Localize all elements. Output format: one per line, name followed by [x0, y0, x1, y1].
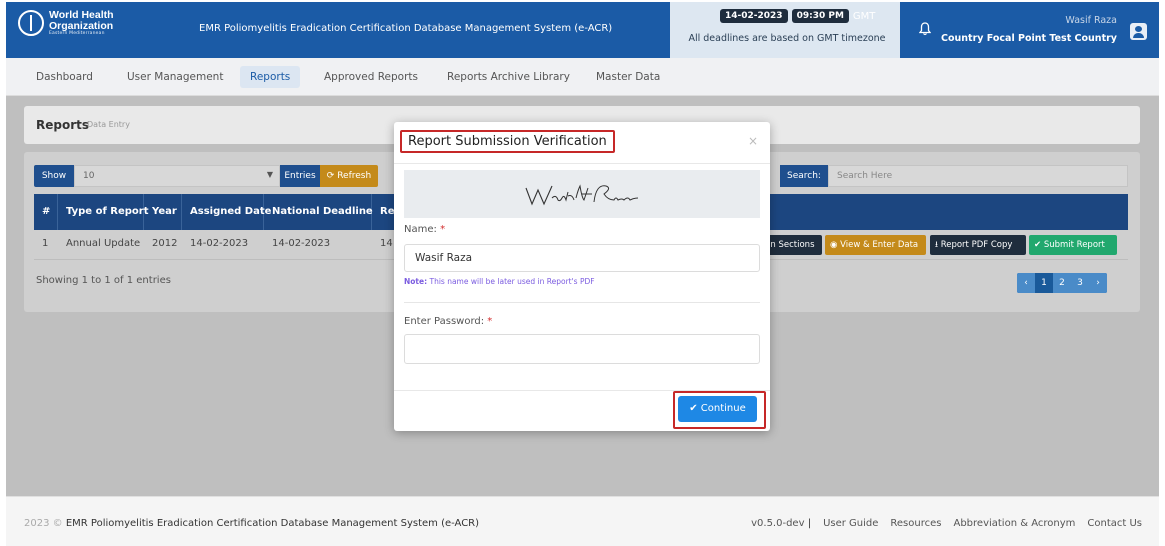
name-label: Name: *	[404, 224, 446, 235]
col-partial: Re	[380, 206, 395, 217]
continue-label: Continue	[700, 403, 746, 414]
footer-link-abbreviation[interactable]: Abbreviation & Acronym	[953, 518, 1075, 529]
cell-partial: 14	[380, 238, 393, 249]
report-pdf-copy-button[interactable]: ⭳ Report PDF Copy	[930, 235, 1026, 255]
user-name[interactable]: Wasif Raza	[1065, 15, 1117, 26]
password-label: Enter Password: *	[404, 316, 493, 327]
name-field[interactable]: Wasif Raza	[404, 244, 760, 272]
close-icon[interactable]: ×	[748, 134, 758, 148]
copyright-text: EMR Poliomyelitis Eradication Certificat…	[65, 518, 480, 529]
download-icon: ⭳	[935, 240, 938, 250]
eye-icon: ◉	[830, 240, 838, 250]
view-enter-data-label: View & Enter Data	[840, 240, 919, 250]
nav-user-management[interactable]: User Management	[117, 66, 233, 88]
app-title: EMR Poliomyelitis Eradication Certificat…	[199, 23, 613, 34]
refresh-button[interactable]: ⟳ Refresh	[320, 165, 378, 187]
field-divider	[404, 302, 760, 303]
signature-image	[525, 184, 639, 206]
cell-national-deadline: 14-02-2023	[272, 238, 331, 249]
user-role[interactable]: Country Focal Point Test Country	[941, 33, 1117, 44]
date-badge: 14-02-2023	[720, 9, 788, 23]
report-submission-modal: Report Submission Verification × Name: *…	[394, 122, 770, 431]
page-subtitle: Data Entry	[87, 120, 130, 129]
report-pdf-copy-label: Report PDF Copy	[940, 240, 1013, 250]
top-header: World Health Organization Eastern Medite…	[6, 2, 1159, 58]
table-info: Showing 1 to 1 of 1 entries	[36, 275, 171, 286]
footer-link-contact-us[interactable]: Contact Us	[1087, 518, 1142, 529]
col-assigned-date: Assigned Date	[182, 194, 271, 230]
page-2-button[interactable]: 2	[1053, 273, 1071, 293]
cell-year: 2012	[152, 238, 178, 249]
footer: 2023 © EMR Poliomyelitis Eradication Cer…	[6, 496, 1159, 546]
next-page-button[interactable]: ›	[1089, 273, 1107, 293]
check-icon: ✔	[689, 403, 698, 414]
submit-report-label: Submit Report	[1043, 240, 1105, 250]
logo-line-1: World Health	[49, 9, 114, 21]
deadline-note: All deadlines are based on GMT timezone	[688, 33, 886, 44]
copyright: 2023 © EMR Poliomyelitis Eradication Cer…	[24, 518, 479, 529]
timezone-label: GMT	[852, 10, 876, 22]
continue-button[interactable]: ✔ Continue	[678, 396, 757, 422]
cell-assigned-date: 14-02-2023	[190, 238, 249, 249]
page-title: Reports	[36, 118, 90, 132]
signature-box	[404, 170, 760, 218]
chevron-down-icon: ▼	[266, 170, 273, 179]
time-panel: 14-02-2023 09:30 PM GMT All deadlines ar…	[670, 2, 900, 58]
search-label: Search:	[780, 165, 828, 187]
page-3-button[interactable]: 3	[1071, 273, 1089, 293]
submit-report-button[interactable]: ✔ Submit Report	[1029, 235, 1117, 255]
nav-reports-archive-library[interactable]: Reports Archive Library	[437, 66, 580, 88]
nav-reports[interactable]: Reports	[240, 66, 301, 88]
col-national-deadline: National Deadline	[264, 194, 373, 230]
col-type: Type of Report	[58, 194, 149, 230]
show-label: Show	[34, 165, 74, 187]
cell-num: 1	[42, 238, 49, 249]
col-year: Year	[144, 194, 182, 230]
nav-approved-reports[interactable]: Approved Reports	[314, 66, 428, 88]
page-1-button[interactable]: 1	[1035, 273, 1053, 293]
modal-header-divider	[394, 163, 770, 164]
entries-select-value: 10	[83, 171, 95, 181]
nav-dashboard[interactable]: Dashboard	[26, 66, 103, 88]
logo-line-2: Organization	[49, 19, 114, 32]
col-num: #	[34, 194, 58, 230]
time-badge: 09:30 PM	[791, 9, 849, 23]
footer-links: v0.5.0-dev | User Guide Resources Abbrev…	[751, 518, 1142, 529]
modal-title: Report Submission Verification	[400, 130, 615, 153]
footer-link-resources[interactable]: Resources	[890, 518, 941, 529]
name-note: Note: This name will be later used in Re…	[404, 277, 595, 286]
nav-master-data[interactable]: Master Data	[586, 66, 670, 88]
search-input[interactable]: Search Here	[828, 165, 1128, 187]
cell-type: Annual Update	[66, 238, 141, 249]
who-emblem-icon	[18, 10, 44, 37]
refresh-label: Refresh	[337, 171, 372, 181]
entries-select[interactable]: 10 ▼	[74, 165, 280, 187]
bell-icon[interactable]	[918, 22, 932, 39]
refresh-icon: ⟳	[326, 171, 335, 181]
entries-label: Entries	[280, 165, 320, 187]
user-avatar-icon[interactable]	[1130, 23, 1147, 40]
password-field[interactable]	[404, 334, 760, 364]
version-label: v0.5.0-dev |	[751, 518, 812, 529]
who-logo: World Health Organization Eastern Medite…	[18, 10, 114, 37]
footer-link-user-guide[interactable]: User Guide	[823, 518, 878, 529]
main-nav: Dashboard User Management Reports Approv…	[6, 58, 1159, 96]
pagination: ‹ 1 2 3 ›	[1017, 273, 1107, 293]
check-icon: ✔	[1034, 240, 1042, 250]
view-enter-data-button[interactable]: ◉ View & Enter Data	[825, 235, 926, 255]
prev-page-button[interactable]: ‹	[1017, 273, 1035, 293]
logo-line-3: Eastern Mediterranean	[49, 31, 105, 36]
copyright-year: 2023 ©	[24, 518, 63, 529]
